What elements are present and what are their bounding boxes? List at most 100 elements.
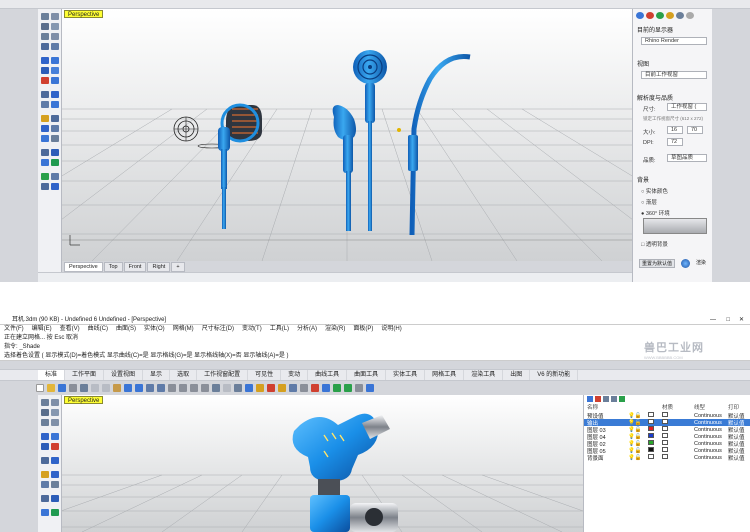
scale-tool-icon[interactable] (51, 125, 59, 132)
four-view-icon[interactable] (223, 384, 231, 392)
hide-icon[interactable] (278, 384, 286, 392)
extrude-tool-icon[interactable] (51, 57, 59, 64)
layer-material-swatch[interactable] (662, 419, 694, 426)
reset-defaults-button[interactable]: 重置为默认值 (639, 259, 675, 268)
layer-material-swatch[interactable] (662, 440, 694, 447)
bg-solid-radio[interactable]: ○ 实体颜色 (641, 187, 668, 195)
cut-icon[interactable] (91, 384, 99, 392)
surface-tool-icon[interactable] (41, 57, 49, 64)
layer-linetype[interactable]: Continuous (694, 455, 728, 461)
curve-tool-icon[interactable] (51, 43, 59, 50)
layer-linetype[interactable]: Continuous (694, 420, 728, 426)
menu-surface[interactable]: 曲面(S) (116, 325, 136, 334)
lock-icon[interactable] (300, 384, 308, 392)
surface-tool-icon-2[interactable] (41, 433, 49, 440)
fillet-tool-icon[interactable] (41, 91, 49, 98)
split-tool-icon[interactable] (41, 101, 49, 108)
layer-state-icons[interactable]: 💡🔓 (628, 427, 648, 433)
help-icon-2[interactable] (366, 384, 374, 392)
solid-sphere-icon[interactable] (51, 67, 59, 74)
wireframe-icon[interactable] (245, 384, 253, 392)
array-tool-icon-2[interactable] (51, 481, 59, 488)
solid-box-icon[interactable] (41, 67, 49, 74)
zoom-icon[interactable] (168, 384, 176, 392)
viewport-label[interactable]: Perspective (64, 10, 104, 18)
open-file-icon[interactable] (47, 384, 55, 392)
tab-set-view[interactable]: 设置视图 (104, 370, 144, 380)
menu-edit[interactable]: 编辑(E) (32, 325, 52, 334)
text-tool-icon[interactable] (51, 149, 59, 156)
layer-state-icons[interactable]: 💡🔓 (628, 420, 648, 426)
zoom-selected-icon[interactable] (201, 384, 209, 392)
point-tool-icon-2[interactable] (51, 399, 59, 406)
layer-color-swatch[interactable] (648, 412, 662, 419)
perspective-viewport[interactable]: Perspective (62, 9, 632, 261)
save-file-icon[interactable] (58, 384, 66, 392)
viewport-label-2[interactable]: Perspective (64, 396, 104, 404)
circle-tool-icon-2[interactable] (41, 419, 49, 426)
check-tool-icon[interactable] (41, 173, 49, 180)
layer-material-swatch[interactable] (662, 412, 694, 419)
help-icon[interactable] (686, 12, 694, 19)
menu-dimension[interactable]: 尺寸标注(D) (202, 325, 234, 334)
layer-color-swatch[interactable] (648, 433, 662, 440)
layer-color-swatch[interactable] (648, 447, 662, 454)
move-tool-icon-2[interactable] (41, 471, 49, 478)
render-globe-icon[interactable] (681, 259, 690, 268)
width-field[interactable]: 16 (667, 126, 683, 134)
fillet-tool-icon-2[interactable] (41, 457, 49, 464)
shaded-icon[interactable] (256, 384, 264, 392)
layer-row[interactable]: 背景面 💡🔓 Continuous 默认值 (584, 454, 750, 462)
import-icon[interactable] (80, 384, 88, 392)
close-icon[interactable]: ✕ (739, 315, 744, 325)
layer-material-swatch[interactable] (662, 433, 694, 440)
new-layer-icon[interactable] (587, 396, 593, 402)
join-tool-icon[interactable] (51, 101, 59, 108)
move-tool-icon[interactable] (41, 115, 49, 122)
point-tool-icon[interactable] (51, 13, 59, 20)
rendered-icon[interactable] (267, 384, 275, 392)
zoom-window-icon[interactable] (179, 384, 187, 392)
tab-front[interactable]: Front (123, 262, 147, 272)
menu-solid[interactable]: 实体(O) (144, 325, 165, 334)
menu-mesh[interactable]: 网格(M) (173, 325, 194, 334)
pan-icon[interactable] (146, 384, 154, 392)
rectangle-tool-icon[interactable] (41, 43, 49, 50)
undo-icon[interactable] (124, 384, 132, 392)
array-tool-icon[interactable] (51, 135, 59, 142)
layer-icon[interactable] (311, 384, 319, 392)
environment-icon[interactable] (676, 12, 684, 19)
undo-view-icon[interactable] (212, 384, 220, 392)
command-prompt[interactable]: 选择着色设置 ( 显示模式(D)=着色模式 显示曲线(C)=是 显示格线(G)=… (0, 352, 750, 361)
layer-linetype[interactable]: Continuous (694, 434, 728, 440)
layer-tool-icon[interactable] (51, 173, 59, 180)
menu-transform[interactable]: 变动(T) (242, 325, 262, 334)
layers-icon[interactable] (646, 12, 654, 19)
layer-color-swatch[interactable] (648, 454, 662, 461)
line-tool-icon-2[interactable] (41, 409, 49, 416)
tab-standard[interactable]: 标准 (38, 370, 66, 380)
polyline-tool-icon[interactable] (51, 23, 59, 30)
analyze-tool-icon[interactable] (41, 159, 49, 166)
tab-new-in-v6[interactable]: V6 的新功能 (530, 370, 579, 380)
mesh-tool-icon[interactable] (41, 77, 49, 84)
menu-analyze[interactable]: 分析(A) (297, 325, 317, 334)
cplane-icon[interactable] (234, 384, 242, 392)
minimize-icon[interactable]: — (710, 315, 716, 325)
tab-render-tools[interactable]: 渲染工具 (464, 370, 504, 380)
render-tool-icon-3[interactable] (51, 509, 59, 516)
paste-icon[interactable] (113, 384, 121, 392)
move-up-icon[interactable] (603, 396, 609, 402)
menu-file[interactable]: 文件(F) (4, 325, 24, 334)
print-icon[interactable] (69, 384, 77, 392)
grid-tool-icon[interactable] (41, 183, 49, 190)
trim-tool-icon[interactable] (51, 91, 59, 98)
analyze-tool-icon-2[interactable] (41, 509, 49, 516)
render-engine-select[interactable]: Rhino Render (641, 37, 707, 45)
tab-drafting[interactable]: 出图 (503, 370, 531, 380)
redo-icon[interactable] (135, 384, 143, 392)
properties-icon[interactable] (636, 12, 644, 19)
materials-icon[interactable] (666, 12, 674, 19)
tab-right[interactable]: Right (147, 262, 171, 272)
line-tool-icon[interactable] (41, 23, 49, 30)
